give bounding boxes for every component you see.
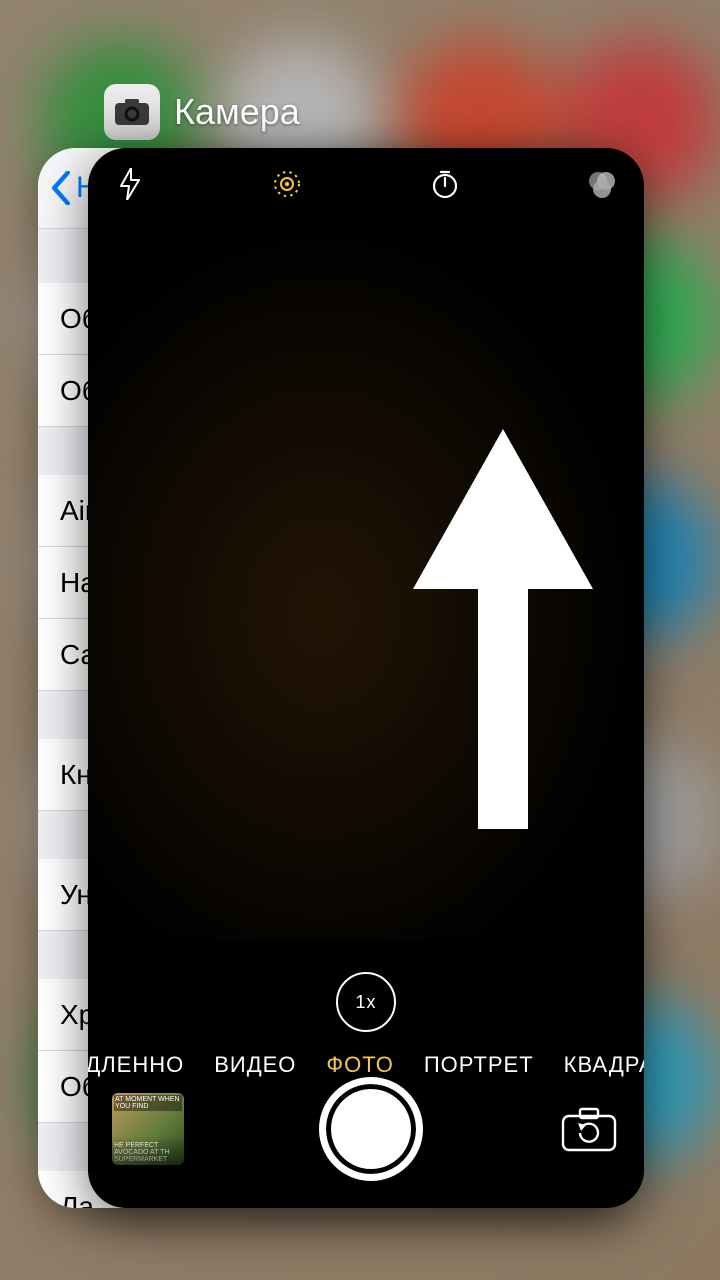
mode-photo[interactable]: ФОТО	[326, 1052, 393, 1078]
filters-icon	[585, 167, 619, 201]
filters-toggle[interactable]	[582, 164, 622, 204]
flash-toggle[interactable]	[110, 164, 150, 204]
mode-portrait[interactable]: ПОРТРЕТ	[424, 1052, 534, 1078]
camera-card[interactable]: 1x АМЕДЛЕННО ВИДЕО ФОТО ПОРТРЕТ КВАДРАТ …	[88, 148, 644, 1208]
thumb-caption-top: AT MOMENT WHEN YOU FIND	[114, 1095, 182, 1111]
timer-icon	[429, 168, 461, 200]
switcher-header: Камера	[104, 84, 300, 140]
zoom-toggle[interactable]: 1x	[336, 972, 396, 1032]
mode-video[interactable]: ВИДЕО	[214, 1052, 296, 1078]
switcher-app-title: Камера	[174, 91, 300, 133]
camera-mode-selector[interactable]: АМЕДЛЕННО ВИДЕО ФОТО ПОРТРЕТ КВАДРАТ	[88, 1052, 644, 1078]
flash-icon	[119, 168, 141, 200]
camera-app-icon[interactable]	[104, 84, 160, 140]
chevron-left-icon	[50, 171, 72, 205]
camera-bottom-bar: AT MOMENT WHEN YOU FIND HE PERFECT AVOCA…	[88, 1076, 644, 1182]
live-photo-toggle[interactable]	[267, 164, 307, 204]
timer-toggle[interactable]	[425, 164, 465, 204]
up-arrow-overlay-icon	[408, 429, 598, 829]
flip-camera-icon	[558, 1104, 620, 1154]
flip-camera-button[interactable]	[558, 1104, 620, 1154]
camera-viewfinder[interactable]: 1x	[88, 214, 644, 940]
camera-top-bar	[88, 154, 644, 214]
shutter-button[interactable]	[319, 1077, 423, 1181]
thumb-caption-bottom: HE PERFECT AVOCADO AT TH SUPERMARKET	[114, 1142, 182, 1163]
mode-square[interactable]: КВАДРАТ	[564, 1052, 644, 1078]
live-photo-icon	[269, 166, 305, 202]
last-photo-thumbnail[interactable]: AT MOMENT WHEN YOU FIND HE PERFECT AVOCA…	[112, 1093, 184, 1165]
mode-slow[interactable]: АМЕДЛЕННО	[88, 1052, 184, 1078]
camera-icon	[114, 98, 150, 126]
zoom-label: 1x	[355, 992, 376, 1013]
